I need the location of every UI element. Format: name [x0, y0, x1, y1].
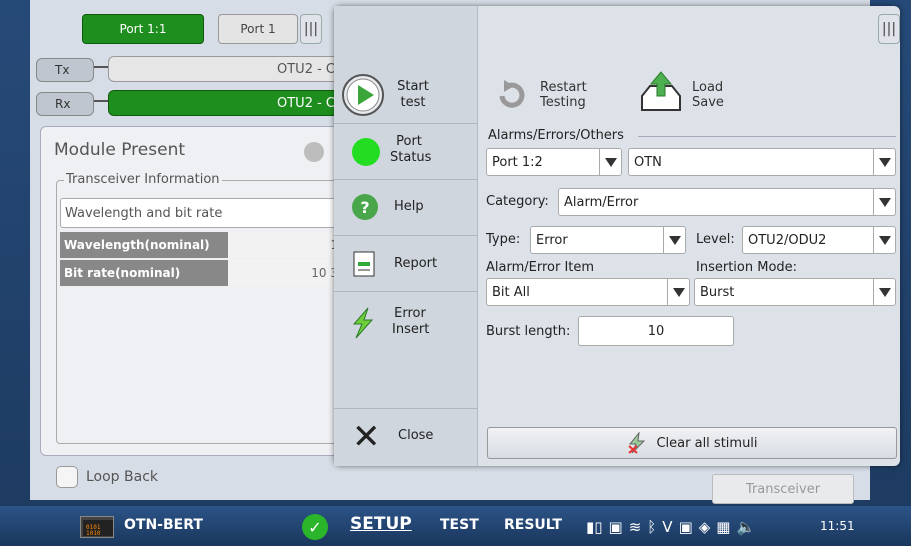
start-test-label: Start test — [397, 79, 429, 110]
loop-back-label: Loop Back — [86, 469, 159, 485]
tab-result[interactable]: RESULT — [504, 517, 562, 533]
report-icon — [352, 250, 378, 282]
chevron-down-icon — [873, 189, 895, 215]
level-label: Level: — [696, 232, 735, 247]
wavelength-label: Wavelength(nominal) — [60, 232, 228, 258]
check-icon: ✓ — [302, 514, 328, 540]
chevron-down-icon — [667, 279, 689, 305]
status-icons: ▮▯ ▣ ≋ ᛒ V ▣ ◈ ▦ 🔈 — [586, 514, 818, 540]
chevron-down-icon — [873, 149, 895, 175]
loop-back-checkbox[interactable] — [56, 466, 78, 488]
error-insert-label: Error Insert — [392, 306, 430, 337]
svg-text:1010: 1010 — [86, 530, 101, 537]
wavelength-value: 1 — [228, 232, 340, 258]
type-select[interactable]: Error — [530, 226, 686, 254]
insertion-mode-select[interactable]: Burst — [694, 278, 896, 306]
play-icon — [342, 74, 384, 116]
insertion-mode-select-value: Burst — [700, 284, 735, 300]
category-select-value: Alarm/Error — [564, 194, 639, 210]
alarms-section-title: Alarms/Errors/Others — [488, 128, 624, 143]
restart-testing-button[interactable]: Restart Testing — [540, 80, 600, 110]
port-tab-1-1[interactable]: Port 1:1 — [82, 14, 204, 44]
insertion-mode-label: Insertion Mode: — [696, 260, 798, 275]
tab-test[interactable]: TEST — [440, 517, 479, 533]
transceiver-info-label: Transceiver Information — [64, 172, 222, 187]
port-select-value: Port 1:2 — [492, 154, 543, 170]
help-icon: ? — [352, 194, 378, 220]
category-label: Category: — [486, 194, 549, 209]
alarm-item-select-value: Bit All — [492, 284, 530, 300]
battery-icon: ▮▯ — [586, 518, 603, 536]
level-select-value: OTU2/ODU2 — [748, 232, 827, 248]
lightning-icon — [348, 306, 378, 344]
volume-icon: 🔈 — [736, 518, 756, 536]
module-status-led — [304, 142, 324, 162]
v-icon: V — [662, 518, 673, 536]
rx-signal[interactable]: OTU2 - C — [108, 90, 340, 116]
load-save-icon — [638, 70, 684, 118]
chevron-down-icon — [599, 149, 621, 175]
tx-label: Tx — [36, 58, 94, 82]
rx-label: Rx — [36, 92, 94, 116]
satellite-icon: ◈ — [698, 518, 711, 536]
app-name: OTN-BERT — [124, 517, 203, 533]
overlay-grip-left-icon[interactable]: ||| — [300, 14, 322, 44]
clock: 11:51 — [820, 519, 855, 533]
level-select[interactable]: OTU2/ODU2 — [742, 226, 896, 254]
tx-signal[interactable]: OTU2 - C — [108, 56, 340, 82]
port-status-label: Port Status — [390, 134, 432, 165]
section-divider — [638, 136, 896, 137]
type-select-value: Error — [536, 232, 568, 248]
category-select[interactable]: Alarm/Error — [558, 188, 896, 216]
clear-all-stimuli-label: Clear all stimuli — [656, 435, 758, 451]
type-label: Type: — [486, 232, 521, 247]
overlay-grip-right-icon[interactable]: ||| — [878, 14, 900, 44]
wavelength-bitrate-select[interactable]: Wavelength and bit rate — [60, 198, 340, 228]
chevron-down-icon — [873, 227, 895, 253]
terminal-icon: ▣ — [678, 518, 693, 536]
bitrate-label: Bit rate(nominal) — [60, 260, 228, 286]
tab-setup[interactable]: SETUP — [350, 514, 412, 534]
module-title: Module Present — [54, 140, 186, 160]
wifi-icon: ≋ — [628, 518, 642, 536]
rx-connector — [94, 100, 108, 102]
alarm-item-label: Alarm/Error Item — [486, 260, 595, 275]
camera-icon: ▣ — [608, 518, 623, 536]
clear-stimuli-icon — [628, 432, 646, 454]
bitrate-value: 10 3 — [228, 260, 340, 286]
bluetooth-icon: ᛒ — [647, 518, 657, 536]
tx-connector — [94, 66, 108, 68]
clear-all-stimuli-button[interactable]: Clear all stimuli — [487, 427, 897, 459]
app-icon: 0101 1010 — [80, 516, 114, 538]
chevron-down-icon — [663, 227, 685, 253]
load-save-button[interactable]: Load Save — [692, 80, 732, 110]
chevron-down-icon — [873, 279, 895, 305]
transceiver-button[interactable]: Transceiver — [712, 474, 854, 504]
protocol-select-value: OTN — [634, 154, 662, 170]
close-label: Close — [398, 428, 434, 443]
report-label: Report — [394, 256, 438, 271]
protocol-select[interactable]: OTN — [628, 148, 896, 176]
help-label: Help — [394, 199, 424, 214]
port-select[interactable]: Port 1:2 — [486, 148, 622, 176]
burst-length-input[interactable]: 10 — [578, 316, 734, 346]
restart-icon — [494, 78, 530, 116]
port-tab-1[interactable]: Port 1 — [218, 14, 298, 44]
port-status-icon — [352, 138, 380, 166]
close-icon: ✕ — [352, 417, 381, 457]
network-icon: ▦ — [716, 518, 731, 536]
burst-length-label: Burst length: — [486, 324, 571, 339]
alarm-item-select[interactable]: Bit All — [486, 278, 690, 306]
